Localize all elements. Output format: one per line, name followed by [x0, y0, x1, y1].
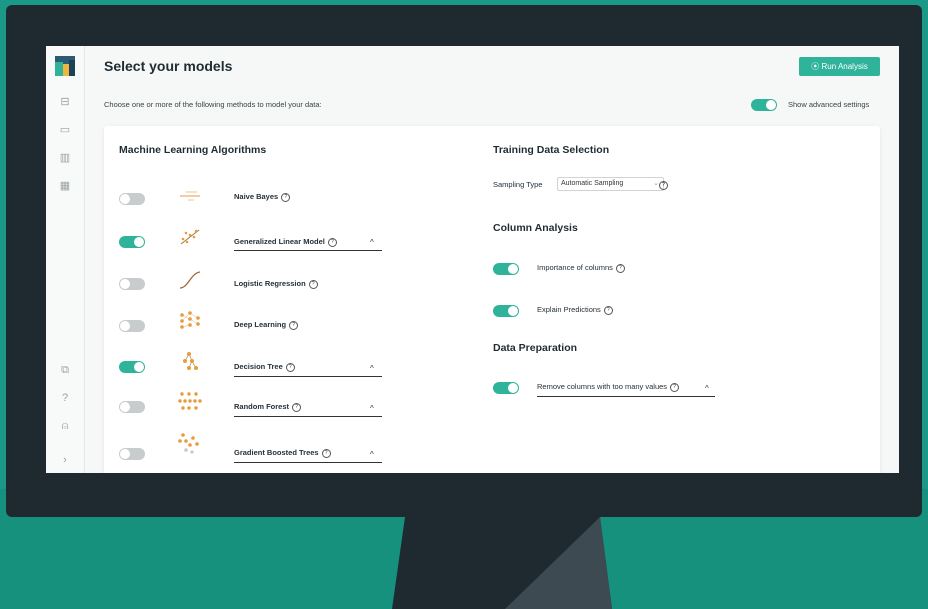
naive-bayes-label: Naive Bayes?: [234, 192, 291, 202]
page-subtitle: Choose one or more of the following meth…: [104, 100, 322, 109]
models-card: Machine Learning Algorithms Naive Bayes?…: [104, 126, 880, 473]
toggle-gradient-boosted-trees[interactable]: [119, 448, 145, 460]
help-icon[interactable]: ?: [57, 390, 73, 406]
glm-label[interactable]: Generalized Linear Model?: [234, 237, 337, 247]
chevron-up-icon[interactable]: ^: [370, 450, 374, 459]
chevron-up-icon[interactable]: ^: [705, 384, 709, 393]
training-section-title: Training Data Selection: [493, 144, 610, 156]
bar-chart-icon[interactable]: ▥: [57, 150, 73, 166]
gradient-boosted-underline: [234, 462, 382, 463]
remove-columns-underline: [537, 396, 715, 397]
page-title: Select your models: [104, 58, 233, 74]
help-icon: ?: [292, 403, 302, 412]
logistic-regression-label: Logistic Regression?: [234, 279, 318, 289]
expand-chevron-icon[interactable]: ›: [57, 452, 73, 468]
data-preparation-title: Data Preparation: [493, 342, 578, 354]
sampling-type-select[interactable]: Automatic Sampling ⌄: [557, 177, 664, 191]
toggle-naive-bayes[interactable]: [119, 193, 145, 205]
present-icon[interactable]: ⧉: [57, 362, 73, 378]
help-icon[interactable]: ?: [659, 181, 668, 190]
random-forest-underline: [234, 416, 382, 417]
help-icon: ?: [603, 306, 613, 315]
glm-underline: [234, 250, 382, 251]
decision-tree-label[interactable]: Decision Tree?: [234, 362, 295, 372]
column-analysis-title: Column Analysis: [493, 222, 578, 234]
help-icon: ?: [321, 449, 331, 458]
ml-section-title: Machine Learning Algorithms: [119, 144, 267, 156]
run-analysis-label: Run Analysis: [821, 62, 868, 71]
gradient-boosted-icon: [178, 433, 199, 454]
main-content: Select your models ⦿ Run Analysis Choose…: [84, 46, 899, 473]
neural-network-icon: [180, 311, 200, 329]
help-icon: ?: [327, 238, 337, 247]
random-forest-icon: [178, 392, 202, 410]
glm-icon: [180, 229, 200, 245]
help-icon: ?: [308, 280, 318, 289]
toggle-logistic-regression[interactable]: [119, 278, 145, 290]
toggle-remove-columns[interactable]: [493, 382, 519, 394]
toggle-random-forest[interactable]: [119, 401, 145, 413]
chevron-up-icon[interactable]: ^: [370, 238, 374, 247]
toggle-decision-tree[interactable]: [119, 361, 145, 373]
run-analysis-button[interactable]: ⦿ Run Analysis: [799, 57, 880, 76]
explain-predictions-label: Explain Predictions?: [537, 305, 613, 315]
decision-tree-underline: [234, 376, 382, 377]
chevron-up-icon[interactable]: ^: [370, 404, 374, 413]
help-icon: ?: [285, 363, 295, 372]
calculator-icon[interactable]: ▦: [57, 178, 73, 194]
logistic-curve-icon: [179, 271, 201, 289]
folder-icon[interactable]: ▭: [57, 122, 73, 138]
app-logo: [55, 56, 75, 76]
user-icon[interactable]: ⍝: [57, 418, 73, 434]
left-sidebar: ⊟ ▭ ▥ ▦ ⧉ ? ⍝ ›: [46, 46, 85, 473]
naive-bayes-icon: [180, 191, 200, 201]
advanced-settings-toggle[interactable]: [751, 99, 777, 111]
remove-columns-label[interactable]: Remove columns with too many values?: [537, 382, 680, 392]
chevron-up-icon[interactable]: ^: [370, 364, 374, 373]
database-icon[interactable]: ⊟: [57, 94, 73, 110]
gradient-boosted-trees-label[interactable]: Gradient Boosted Trees?: [234, 448, 331, 458]
toggle-importance-of-columns[interactable]: [493, 263, 519, 275]
help-icon: ?: [281, 193, 291, 202]
toggle-explain-predictions[interactable]: [493, 305, 519, 317]
decision-tree-icon: [183, 352, 198, 370]
help-icon: ?: [615, 264, 625, 273]
toggle-deep-learning[interactable]: [119, 320, 145, 332]
toggle-glm[interactable]: [119, 236, 145, 248]
deep-learning-label: Deep Learning?: [234, 320, 299, 330]
help-icon: ?: [670, 383, 680, 392]
play-icon: ⦿: [811, 62, 822, 71]
help-icon: ?: [289, 321, 299, 330]
sampling-type-value: Automatic Sampling: [561, 180, 624, 187]
app-window: ⊟ ▭ ▥ ▦ ⧉ ? ⍝ › Select your models ⦿ Run…: [46, 46, 899, 473]
sampling-type-label: Sampling Type: [493, 180, 543, 189]
random-forest-label[interactable]: Random Forest?: [234, 402, 302, 412]
advanced-settings-label: Show advanced settings: [788, 100, 870, 109]
importance-of-columns-label: Importance of columns?: [537, 263, 625, 273]
